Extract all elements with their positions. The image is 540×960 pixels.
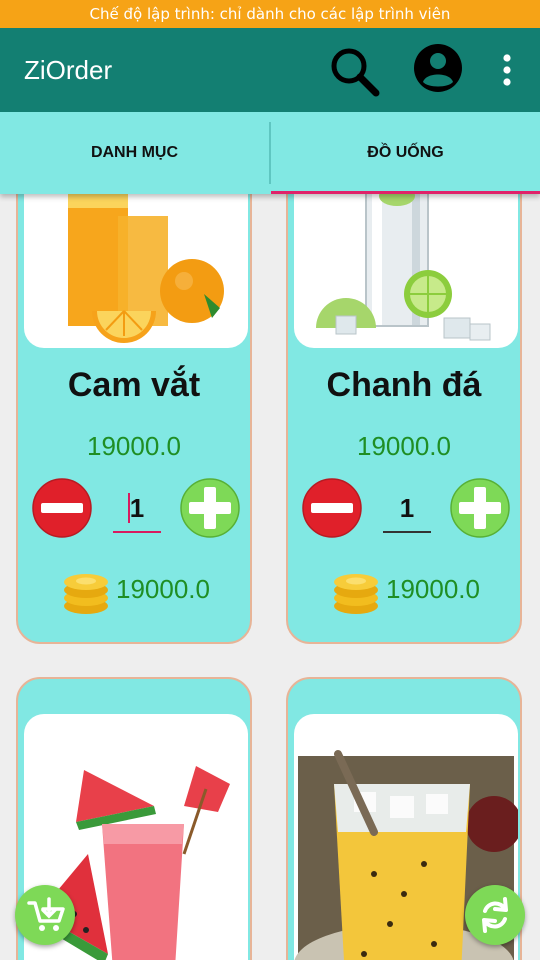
product-image-box bbox=[294, 194, 518, 348]
product-price: 19000.0 bbox=[87, 431, 181, 461]
tab-selected-indicator bbox=[271, 191, 540, 194]
minus-button[interactable] bbox=[302, 478, 362, 538]
tab-do-uong[interactable]: ĐỒ UỐNG bbox=[271, 112, 540, 194]
product-name: Cam vắt bbox=[67, 366, 201, 404]
line-total: 19000.0 bbox=[116, 574, 210, 604]
text-cursor bbox=[128, 493, 130, 523]
line-total: 19000.0 bbox=[386, 574, 480, 604]
quantity-underline bbox=[113, 531, 161, 533]
lemon-ice-image bbox=[316, 194, 491, 341]
product-card[interactable]: Cam vắt 19000.0 1 19000.0 bbox=[16, 194, 252, 644]
product-image-box bbox=[24, 194, 248, 348]
product-name: Chanh đá bbox=[326, 366, 482, 404]
refresh-fab-button[interactable] bbox=[465, 885, 525, 945]
cart-fab-button[interactable] bbox=[15, 885, 75, 945]
app-title: ZiOrder bbox=[24, 55, 113, 85]
minus-button[interactable] bbox=[32, 478, 92, 538]
quantity-input[interactable]: 1 bbox=[383, 486, 431, 530]
coins-icon bbox=[64, 574, 108, 614]
refresh-icon bbox=[482, 897, 508, 933]
search-icon[interactable] bbox=[327, 44, 381, 98]
plus-button[interactable] bbox=[180, 478, 240, 538]
product-price: 19000.0 bbox=[357, 431, 451, 461]
tab-danh-muc[interactable]: DANH MỤC bbox=[0, 112, 269, 194]
quantity-input[interactable]: 1 bbox=[113, 486, 161, 530]
quantity-underline bbox=[383, 531, 431, 533]
developer-mode-banner: Chế độ lập trình: chỉ dành cho các lập t… bbox=[0, 0, 540, 28]
more-vertical-icon[interactable] bbox=[494, 48, 520, 92]
coins-icon bbox=[334, 574, 378, 614]
app-bar: ZiOrder bbox=[0, 28, 540, 112]
account-icon[interactable] bbox=[412, 42, 464, 94]
tab-bar: DANH MỤC ĐỒ UỐNG bbox=[0, 112, 540, 194]
product-grid[interactable]: Cam vắt 19000.0 1 19000.0 Chanh đá 19000… bbox=[0, 194, 540, 960]
plus-button[interactable] bbox=[450, 478, 510, 538]
cart-download-icon bbox=[27, 897, 65, 931]
orange-juice-image bbox=[68, 194, 224, 343]
product-card[interactable]: Chanh đá 19000.0 1 19000.0 bbox=[286, 194, 522, 644]
